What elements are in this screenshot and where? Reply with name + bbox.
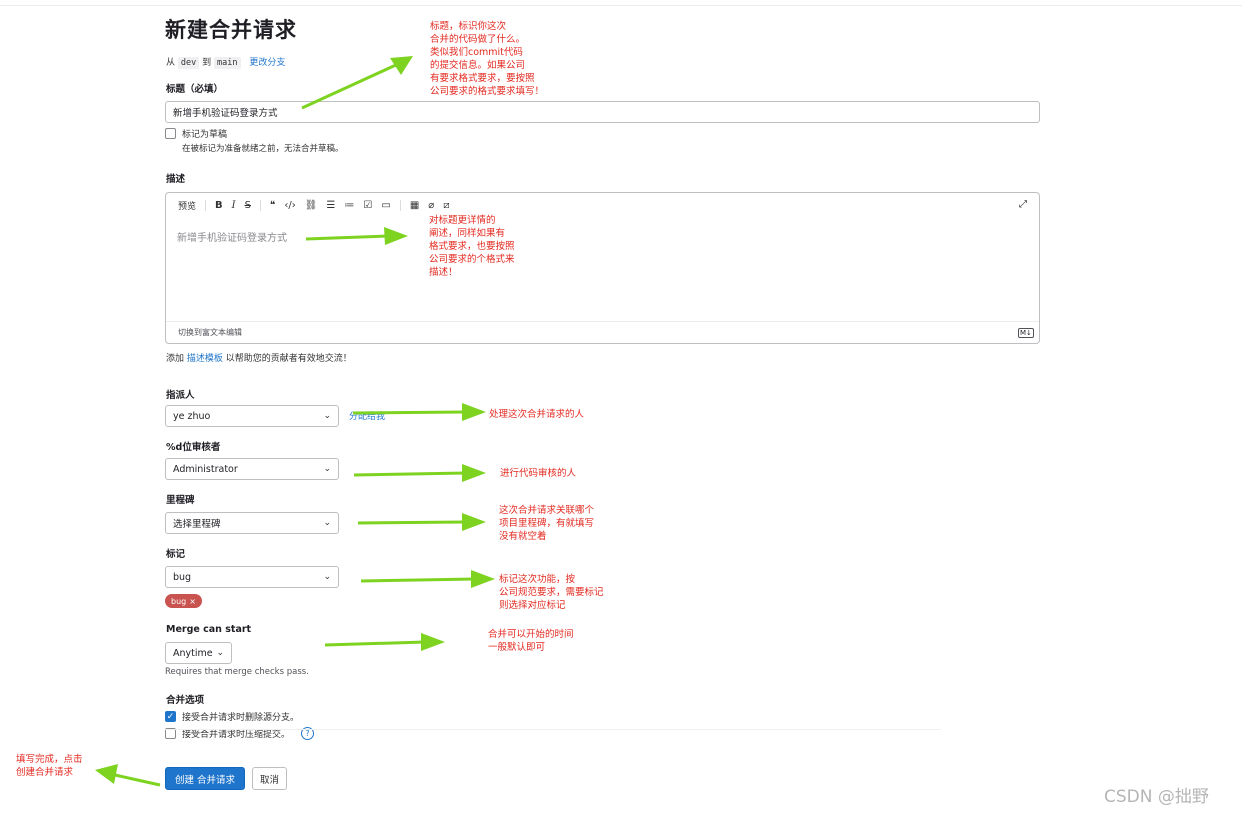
arrow-submit [114, 773, 161, 787]
annotation-arrows [95, 56, 495, 787]
note-description: 对标题更详情的 阐述，同样如果有 格式要求，也要按照 公司要求的个格式来 描述！ [429, 215, 515, 278]
arrow-description [305, 234, 389, 241]
note-title: 标题，标识你这次 合并的代码做了什么。 类似我们commit代码 的提交信息。如… [430, 21, 545, 97]
note-merge-start: 合并可以开始的时间 一般默认即可 [488, 629, 574, 653]
arrow-head [384, 227, 408, 245]
note-submit: 填写完成，点击 创建合并请求 [16, 754, 83, 778]
arrow-head [95, 764, 118, 784]
watermark: CSDN @拙野 [1104, 787, 1209, 807]
arrow-title [301, 62, 399, 110]
arrow-milestone [357, 520, 467, 525]
note-milestone: 这次合并请求关联哪个 项目里程碑，有就填写 没有就空着 [499, 505, 595, 542]
note-assignee: 处理这次合并请求的人 [489, 409, 585, 420]
arrow-merge-start [324, 640, 426, 647]
arrow-head [462, 513, 486, 531]
arrow-labels [360, 577, 476, 583]
arrow-head [462, 403, 486, 421]
arrow-assignee [352, 410, 467, 415]
arrow-head [421, 633, 445, 651]
arrow-head [462, 464, 486, 482]
arrow-reviewer [353, 471, 467, 477]
note-labels: 标记这次功能，按 公司规范要求，需要标记 则选择对应标记 [499, 574, 604, 611]
arrow-head [471, 570, 495, 588]
note-reviewer: 进行代码审核的人 [500, 468, 577, 479]
